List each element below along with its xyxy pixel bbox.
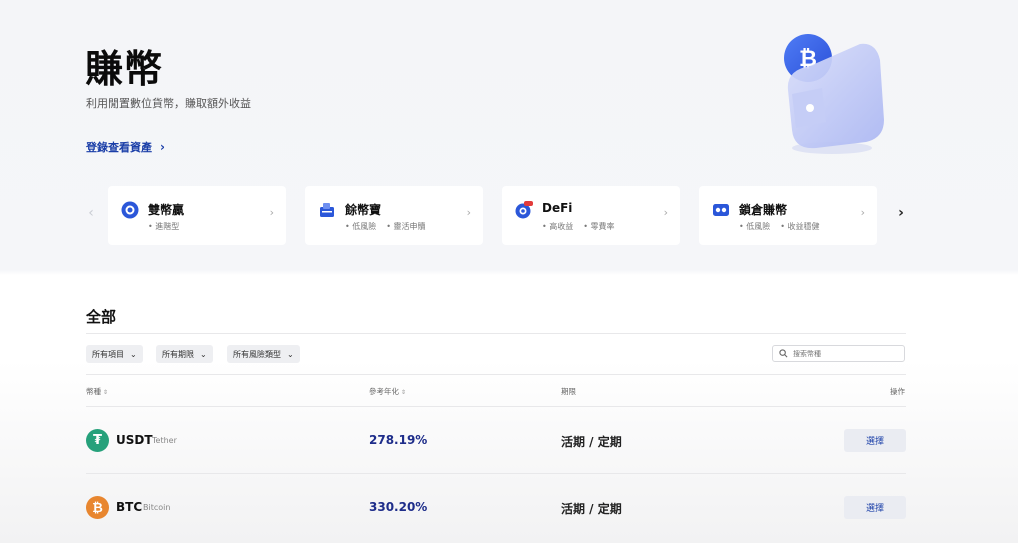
coin-symbol: USDT bbox=[116, 433, 153, 447]
term-value: 活期 / 定期 bbox=[561, 435, 622, 449]
search-input[interactable] bbox=[793, 349, 893, 358]
product-tag: 收益穩健 bbox=[780, 221, 820, 232]
product-name: 雙幣贏 bbox=[148, 203, 185, 217]
select-button[interactable]: 選擇 bbox=[844, 496, 906, 519]
staking-icon bbox=[713, 204, 729, 216]
column-header-coin[interactable]: 幣種 bbox=[86, 386, 108, 397]
tether-icon: ₮ bbox=[86, 429, 109, 452]
product-tag: 靈活申贖 bbox=[386, 221, 426, 232]
column-header-term: 期限 bbox=[561, 387, 576, 396]
defi-icon bbox=[515, 201, 533, 219]
filter-label: 所有項目 bbox=[92, 349, 124, 359]
filter-label: 所有風險類型 bbox=[233, 349, 281, 359]
select-button[interactable]: 選擇 bbox=[844, 429, 906, 452]
product-tag: 低風險 bbox=[739, 221, 770, 232]
chevron-right-icon: › bbox=[860, 206, 865, 219]
apr-value: 330.20% bbox=[369, 500, 428, 514]
product-tags: 低風險 靈活申贖 bbox=[345, 221, 426, 232]
filter-label: 所有期限 bbox=[162, 349, 194, 359]
product-name: 餘幣寶 bbox=[345, 203, 382, 217]
chevron-right-icon: › bbox=[663, 206, 668, 219]
search-icon bbox=[779, 349, 788, 358]
savings-icon bbox=[320, 203, 334, 217]
page-subtitle: 利用閒置數位貨幣，賺取額外收益 bbox=[86, 97, 251, 110]
dual-coin-icon bbox=[121, 201, 139, 219]
page-title: 賺幣 bbox=[85, 47, 164, 91]
product-tag: 零費率 bbox=[583, 221, 615, 232]
wallet-bitcoin-illustration: ₿ bbox=[771, 31, 899, 159]
login-link-label: 登錄查看資產 bbox=[86, 141, 152, 154]
divider bbox=[86, 374, 906, 375]
product-name: 鎖倉賺幣 bbox=[739, 203, 788, 217]
coin-name: Bitcoin bbox=[143, 503, 171, 512]
apr-value: 278.19% bbox=[369, 433, 428, 447]
filter-all-risk-types[interactable]: 所有風險類型 ⌄ bbox=[227, 345, 300, 363]
product-tags: 高收益 零費率 bbox=[542, 221, 615, 232]
product-tag: 高收益 bbox=[542, 221, 573, 232]
column-header-apr[interactable]: 參考年化 bbox=[369, 386, 406, 397]
chevron-right-icon: › bbox=[466, 206, 471, 219]
chevron-down-icon: ⌄ bbox=[287, 349, 294, 359]
product-tag: 低風險 bbox=[345, 221, 376, 232]
column-header-action: 操作 bbox=[890, 387, 905, 396]
login-view-assets-link[interactable]: 登錄查看資產 › bbox=[86, 139, 165, 155]
product-name: DeFi bbox=[542, 201, 573, 215]
section-title: 全部 bbox=[86, 308, 117, 326]
chevron-right-icon: › bbox=[160, 140, 165, 154]
coin-name: Tether bbox=[152, 436, 177, 445]
chevron-right-icon: › bbox=[269, 206, 274, 219]
product-card-dual-coin[interactable]: 雙幣贏 進階型 › bbox=[108, 186, 286, 245]
filter-all-projects[interactable]: 所有項目 ⌄ bbox=[86, 345, 143, 363]
product-tag: 進階型 bbox=[148, 221, 179, 232]
product-tags: 進階型 bbox=[148, 221, 179, 232]
filter-all-terms[interactable]: 所有期限 ⌄ bbox=[156, 345, 213, 363]
carousel-next-button[interactable]: › bbox=[894, 205, 908, 221]
search-box[interactable] bbox=[772, 345, 905, 362]
bitcoin-icon: ₿ bbox=[86, 496, 109, 519]
carousel-prev-button[interactable]: ‹ bbox=[84, 205, 98, 221]
term-value: 活期 / 定期 bbox=[561, 502, 622, 516]
divider bbox=[86, 473, 906, 474]
divider bbox=[86, 406, 906, 407]
divider bbox=[86, 333, 906, 334]
product-card-staking[interactable]: 鎖倉賺幣 低風險 收益穩健 › bbox=[699, 186, 877, 245]
product-tags: 低風險 收益穩健 bbox=[739, 221, 820, 232]
chevron-down-icon: ⌄ bbox=[200, 349, 207, 359]
product-card-savings[interactable]: 餘幣寶 低風險 靈活申贖 › bbox=[305, 186, 483, 245]
coin-symbol: BTC bbox=[116, 500, 143, 514]
product-card-defi[interactable]: DeFi 高收益 零費率 › bbox=[502, 186, 680, 245]
chevron-down-icon: ⌄ bbox=[130, 349, 137, 359]
